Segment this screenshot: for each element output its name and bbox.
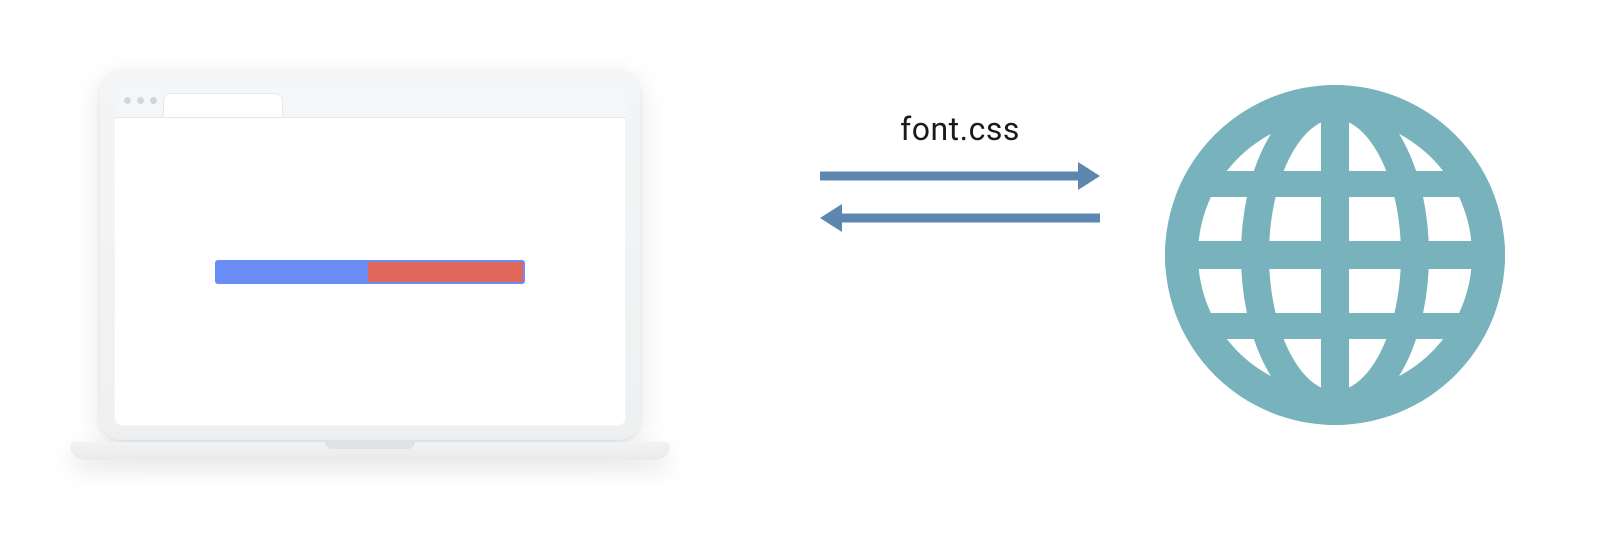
globe-icon [1165,85,1505,425]
laptop-base [70,442,670,460]
arrow-right-icon [820,158,1100,194]
window-controls-icon [124,97,157,104]
loading-bar [215,260,525,284]
laptop-screen [100,70,640,440]
request-label: font.css [820,110,1100,148]
laptop-icon [100,70,640,460]
transfer-arrows: font.css [820,110,1100,236]
browser-window [114,84,626,426]
browser-tab [163,93,283,117]
browser-viewport [114,118,626,426]
arrow-left-icon [820,200,1100,236]
loading-bar-fill [368,262,523,282]
diagram-stage: font.css [0,0,1600,534]
browser-toolbar [114,84,626,118]
